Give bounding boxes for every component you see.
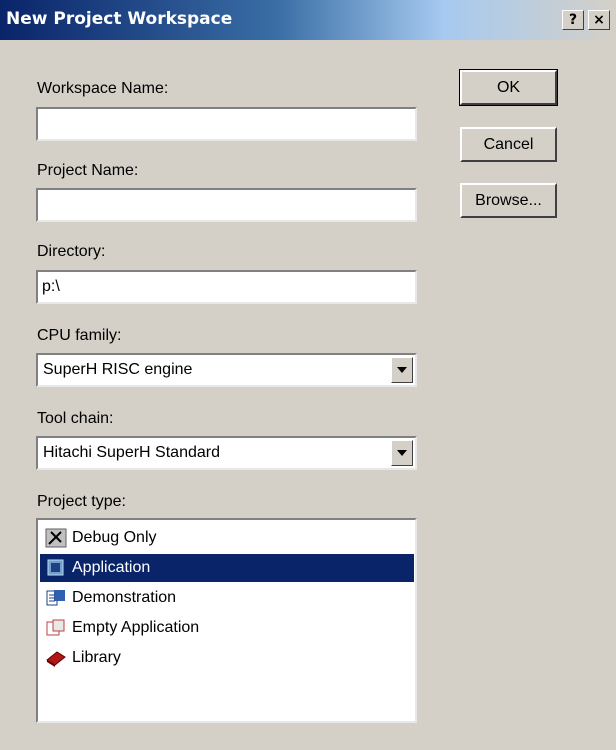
project-name-field[interactable] [36, 188, 417, 222]
close-icon: × [593, 12, 605, 28]
browse-button[interactable]: Browse... [460, 183, 557, 218]
demonstration-icon [44, 587, 68, 609]
title-bar[interactable]: New Project Workspace ? × [0, 0, 616, 40]
chevron-down-icon [397, 367, 407, 373]
project-type-label-demonstration: Demonstration [72, 589, 177, 606]
library-icon [44, 647, 68, 669]
ok-button[interactable]: OK [459, 69, 558, 106]
project-type-label-empty-application: Empty Application [72, 619, 200, 636]
cpu-family-value: SuperH RISC engine [43, 361, 193, 378]
workspace-name-input[interactable] [38, 109, 415, 139]
help-icon: ? [568, 12, 578, 28]
project-name-input[interactable] [38, 190, 415, 220]
project-type-item-empty-application[interactable]: Empty Application [40, 614, 414, 642]
cpu-family-select[interactable]: SuperH RISC engine [36, 353, 417, 387]
workspace-name-label: Workspace Name: [37, 80, 169, 97]
tool-chain-label: Tool chain: [37, 410, 114, 427]
directory-field[interactable] [36, 270, 417, 304]
tool-chain-dropdown-button[interactable] [391, 440, 413, 466]
project-type-label-library: Library [72, 649, 121, 666]
cpu-family-dropdown-button[interactable] [391, 357, 413, 383]
project-type-label-debug-only: Debug Only [72, 529, 157, 546]
tool-chain-value: Hitachi SuperH Standard [43, 444, 220, 461]
project-type-label: Project type: [37, 493, 126, 510]
application-icon [44, 557, 68, 579]
chevron-down-icon [397, 450, 407, 456]
debug-only-icon [44, 527, 68, 549]
empty-application-icon [44, 617, 68, 639]
project-type-list[interactable]: Debug Only Application Demonstration Emp… [36, 518, 417, 723]
cancel-button[interactable]: Cancel [460, 127, 557, 162]
project-type-label-application: Application [72, 559, 151, 576]
cpu-family-label: CPU family: [37, 327, 122, 344]
help-button[interactable]: ? [562, 10, 584, 30]
project-type-item-debug-only[interactable]: Debug Only [40, 524, 414, 552]
project-type-item-demonstration[interactable]: Demonstration [40, 584, 414, 612]
directory-input[interactable] [38, 272, 415, 302]
window-title: New Project Workspace [6, 9, 233, 29]
directory-label: Directory: [37, 243, 106, 260]
close-button[interactable]: × [588, 10, 610, 30]
project-type-item-application[interactable]: Application [40, 554, 414, 582]
project-name-label: Project Name: [37, 162, 139, 179]
tool-chain-select[interactable]: Hitachi SuperH Standard [36, 436, 417, 470]
project-type-item-library[interactable]: Library [40, 644, 414, 672]
workspace-name-field[interactable] [36, 107, 417, 141]
